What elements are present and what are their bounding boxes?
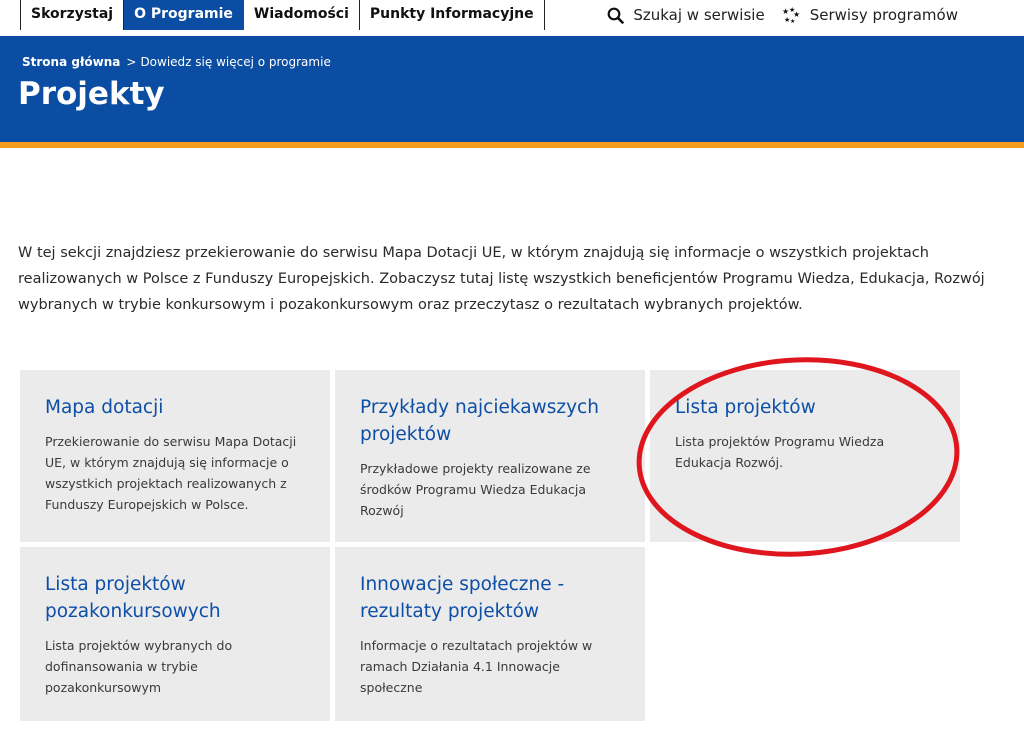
nav-item-wiadomosci[interactable]: Wiadomości: [244, 0, 360, 30]
page-title: Projekty: [18, 76, 165, 112]
tile-title[interactable]: Innowacje społeczne - rezultaty projektó…: [360, 571, 625, 625]
tile-description: Przykładowe projekty realizowane ze środ…: [360, 461, 591, 518]
tile-description: Przekierowanie do serwisu Mapa Dotacji U…: [45, 434, 297, 512]
tile-description: Informacje o rezultatach projektów w ram…: [360, 638, 593, 695]
tile-innowacje-spoleczne[interactable]: Innowacje społeczne - rezultaty projektó…: [335, 547, 645, 721]
search-link-label: Szukaj w serwisie: [633, 6, 765, 24]
tile-description: Lista projektów Programu Wiedza Edukacja…: [675, 434, 885, 470]
tile-title[interactable]: Lista projektów: [675, 394, 940, 421]
tile-mapa-dotacji[interactable]: Mapa dotacji Przekierowanie do serwisu M…: [20, 370, 330, 542]
services-link-label: Serwisy programów: [809, 6, 958, 24]
breadcrumb-home-link[interactable]: Strona główna: [22, 55, 120, 69]
utility-links: Szukaj w serwisie ★ ★ ★ ★ ★ Serwisy prog…: [591, 0, 958, 30]
tile-title[interactable]: Lista projektów pozakonkursowych: [45, 571, 310, 625]
tile-description: Lista projektów wybranych do dofinansowa…: [45, 638, 233, 695]
svg-text:★: ★: [790, 18, 795, 24]
header-accent-stripe: [0, 142, 1024, 148]
nav-item-skorzystaj[interactable]: Skorzystaj: [20, 0, 125, 30]
main-menu: Skorzystaj O Programie Wiadomości Punkty…: [20, 0, 545, 30]
tile-przyklady-projektow[interactable]: Przykłady najciekawszych projektów Przyk…: [335, 370, 645, 542]
tile-lista-projektow[interactable]: Lista projektów Lista projektów Programu…: [650, 370, 960, 542]
top-navigation-bar: Skorzystaj O Programie Wiadomości Punkty…: [0, 0, 1024, 36]
nav-item-o-programie[interactable]: O Programie: [124, 0, 244, 30]
eu-stars-icon: ★ ★ ★ ★ ★: [782, 6, 800, 24]
tile-title[interactable]: Przykłady najciekawszych projektów: [360, 394, 625, 448]
search-link[interactable]: Szukaj w serwisie: [607, 6, 765, 24]
intro-paragraph: W tej sekcji znajdziesz przekierowanie d…: [18, 245, 985, 313]
nav-item-punkty-informacyjne[interactable]: Punkty Informacyjne: [360, 0, 545, 30]
tile-lista-projektow-pozakonkursowych[interactable]: Lista projektów pozakonkursowych Lista p…: [20, 547, 330, 721]
services-link[interactable]: ★ ★ ★ ★ ★ Serwisy programów: [781, 6, 958, 24]
breadcrumb: Strona główna > Dowiedz się więcej o pro…: [22, 55, 331, 69]
breadcrumb-separator: >: [126, 55, 137, 69]
tile-title[interactable]: Mapa dotacji: [45, 394, 310, 421]
search-icon: [607, 7, 625, 24]
breadcrumb-current-link[interactable]: Dowiedz się więcej o programie: [140, 55, 330, 69]
